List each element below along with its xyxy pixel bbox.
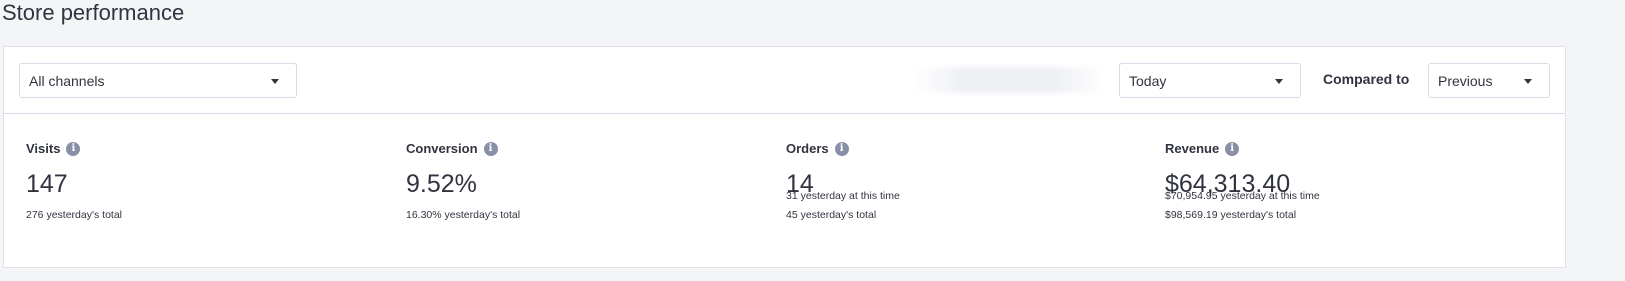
chevron-down-icon <box>1524 79 1532 84</box>
metric-comparison: $70,954.95 yesterday at this time <box>1165 190 1320 203</box>
metric-comparison: 16.30% yesterday's total <box>406 209 520 222</box>
metric-revenue: Revenue i $64,313.40 $70,954.95 yesterda… <box>1165 114 1525 264</box>
comparison-text: yesterday at this time <box>800 190 900 202</box>
info-icon[interactable]: i <box>483 142 498 156</box>
metric-label: Visits <box>26 141 61 156</box>
metric-header: Orders i <box>786 140 849 158</box>
comparison-value: 31 <box>786 190 798 202</box>
comparison-value: 276 <box>26 209 44 221</box>
comparison-value: $98,569.19 <box>1165 209 1218 221</box>
comparison-text: yesterday's total <box>1220 209 1297 221</box>
info-icon[interactable]: i <box>834 142 849 156</box>
metric-label: Revenue <box>1165 141 1220 156</box>
info-icon[interactable]: i <box>1225 142 1240 156</box>
compare-select[interactable]: Previous <box>1428 63 1550 98</box>
channel-select-value: All channels <box>29 73 105 89</box>
store-performance-card: All channels Today Compared to Previous … <box>3 46 1566 268</box>
comparison-text: yesterday at this time <box>1220 190 1320 202</box>
channel-select[interactable]: All channels <box>19 63 297 98</box>
metric-header: Revenue i <box>1165 140 1240 158</box>
blurred-region <box>914 67 1104 93</box>
chevron-down-icon <box>1275 79 1283 84</box>
period-select[interactable]: Today <box>1119 63 1301 98</box>
comparison-value: 45 <box>786 209 798 221</box>
comparison-text: yesterday's total <box>800 209 877 221</box>
compared-to-label: Compared to <box>1323 71 1410 87</box>
metric-label: Orders <box>786 141 829 156</box>
metric-comparison: 276 yesterday's total <box>26 209 122 222</box>
metric-comparison: 45 yesterday's total <box>786 209 876 222</box>
metric-header: Conversion i <box>406 140 498 158</box>
period-select-value: Today <box>1129 73 1167 89</box>
metric-comparison: $98,569.19 yesterday's total <box>1165 209 1296 222</box>
page-title: Store performance <box>2 0 185 25</box>
metric-visits: Visits i 147 276 yesterday's total <box>26 114 386 264</box>
metric-value: 9.52% <box>406 170 477 198</box>
metric-comparison: 31 yesterday at this time <box>786 190 900 203</box>
metric-header: Visits i <box>26 140 81 158</box>
info-icon[interactable]: i <box>66 142 81 156</box>
comparison-text: yesterday's total <box>46 209 122 221</box>
metric-conversion: Conversion i 9.52% 16.30% yesterday's to… <box>406 114 766 264</box>
comparison-value: 16.30% <box>406 209 442 221</box>
filter-bar: All channels Today Compared to Previous <box>4 47 1565 114</box>
compare-select-value: Previous <box>1438 73 1493 89</box>
metric-value: 147 <box>26 170 68 198</box>
comparison-value: $70,954.95 <box>1165 190 1218 202</box>
metric-orders: Orders i 14 31 yesterday at this time 45… <box>786 114 1146 264</box>
chevron-down-icon <box>271 79 279 84</box>
metric-label: Conversion <box>406 141 478 156</box>
comparison-text: yesterday's total <box>444 209 521 221</box>
